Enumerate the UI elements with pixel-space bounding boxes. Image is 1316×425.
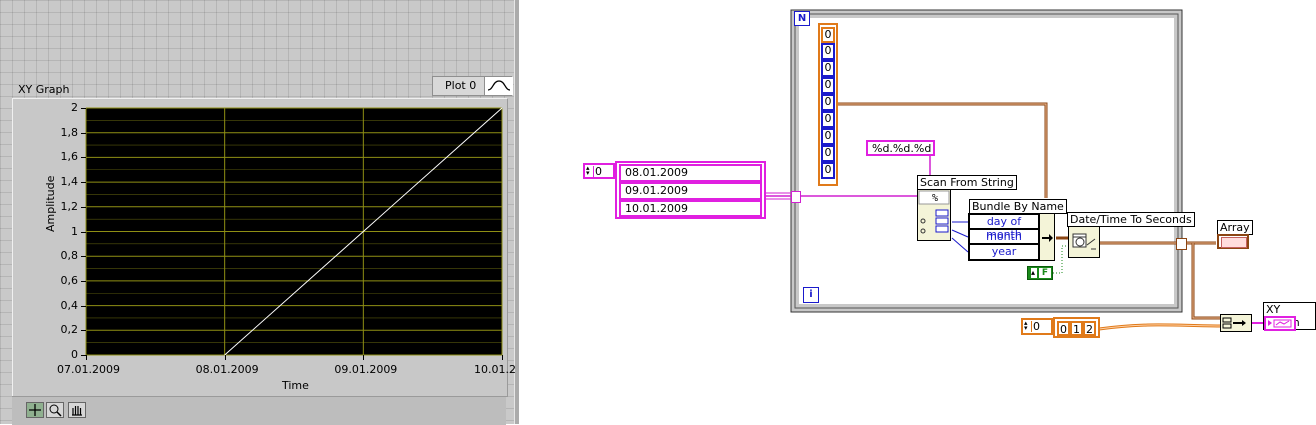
array-element[interactable]: 0 bbox=[821, 77, 835, 94]
scan-glyph: % bbox=[932, 193, 938, 204]
date-string-item[interactable]: 10.01.2009 bbox=[619, 200, 762, 217]
format-string-constant[interactable]: %d.%d.%d bbox=[866, 140, 935, 156]
y-index-value: 0 bbox=[1033, 320, 1040, 333]
loop-tunnel-input[interactable] bbox=[791, 191, 801, 203]
bundle-by-name-label: Bundle By Name bbox=[969, 199, 1067, 214]
index-value: 0 bbox=[595, 165, 602, 178]
bundle-icon bbox=[1222, 317, 1246, 329]
false-constant[interactable]: ▴ F bbox=[1027, 266, 1053, 280]
y-value-item[interactable]: 2 bbox=[1083, 321, 1096, 336]
loop-count-terminal[interactable]: N bbox=[794, 11, 810, 26]
array-element[interactable]: 0 bbox=[821, 128, 835, 145]
date-string-item[interactable]: 09.01.2009 bbox=[619, 182, 762, 200]
bool-toggle-icon: ▴ bbox=[1031, 268, 1037, 278]
date-time-to-seconds-label: Date/Time To Seconds bbox=[1067, 212, 1195, 227]
false-value: F bbox=[1039, 268, 1051, 278]
output-array-items: 0 0 0 0 0 0 0 0 0 bbox=[821, 27, 835, 179]
calendar-clock-icon bbox=[1072, 233, 1096, 250]
array-element[interactable]: 0 bbox=[821, 145, 835, 162]
y-index-control[interactable]: ▴ ▾ 0 bbox=[1021, 318, 1053, 335]
y-values-array[interactable]: 0 1 2 bbox=[1053, 317, 1100, 338]
bundle-by-name-node[interactable]: day of month month year bbox=[968, 213, 1040, 261]
array-indicator-label: Array bbox=[1217, 220, 1253, 235]
array-element[interactable]: 0 bbox=[821, 94, 835, 111]
scan-from-string-icon: % bbox=[918, 190, 950, 234]
loop-iteration-terminal: i bbox=[803, 287, 819, 303]
y-index-stepper-icon[interactable]: ▴ ▾ bbox=[1024, 320, 1032, 332]
array-element[interactable]: 0 bbox=[821, 60, 835, 77]
array-element[interactable]: 0 bbox=[821, 162, 835, 179]
y-value-item[interactable]: 0 bbox=[1057, 321, 1070, 336]
array-indicator-terminal[interactable] bbox=[1217, 234, 1249, 249]
bundle-field-year[interactable]: year bbox=[969, 244, 1039, 260]
scan-from-string-label: Scan From String bbox=[917, 175, 1017, 190]
array-element[interactable]: 0 bbox=[821, 27, 835, 43]
index-stepper-icon[interactable]: ▴ ▾ bbox=[586, 165, 594, 177]
loop-tunnel-output[interactable] bbox=[1176, 238, 1187, 250]
date-string-item[interactable]: 08.01.2009 bbox=[619, 164, 762, 182]
bundle-input-cluster-icon[interactable] bbox=[1039, 213, 1055, 261]
bundle-field-day[interactable]: day of month bbox=[969, 214, 1039, 241]
xy-graph-terminal[interactable] bbox=[1264, 316, 1296, 331]
y-value-item[interactable]: 1 bbox=[1070, 321, 1083, 336]
array-index-control[interactable]: ▴ ▾ 0 bbox=[583, 163, 615, 179]
xy-graph-terminal-icon bbox=[1268, 319, 1292, 328]
array-element[interactable]: 0 bbox=[821, 43, 835, 60]
bundle-field-month[interactable]: month bbox=[969, 229, 1039, 244]
scan-from-string-node[interactable]: % bbox=[917, 189, 951, 241]
cluster-array-icon bbox=[1221, 237, 1247, 248]
array-element[interactable]: 0 bbox=[821, 111, 835, 128]
bundle-xy-node[interactable] bbox=[1220, 314, 1252, 332]
date-time-to-seconds-node[interactable] bbox=[1068, 226, 1100, 258]
